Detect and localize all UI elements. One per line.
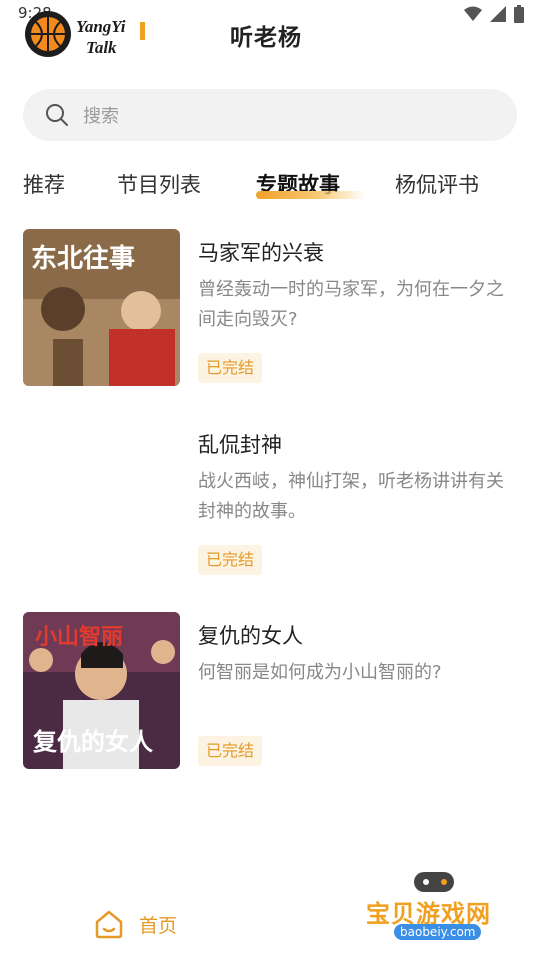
- status-badge: 已完结: [198, 736, 263, 766]
- cover-title-text: 东北往事: [31, 243, 135, 274]
- story-title: 马家军的兴衰: [198, 241, 324, 265]
- story-cover-image: 小山智丽 复仇的女人: [23, 612, 180, 769]
- tab-bar: 推荐 节目列表 专题故事 杨侃评书: [0, 165, 540, 209]
- list-item[interactable]: 乱侃封神 战火西岐，神仙打架，听老杨讲讲有关封神的故事。 已完结: [0, 421, 540, 581]
- cover-bottom-text: 复仇的女人: [32, 728, 153, 756]
- signal-icon: [490, 6, 506, 22]
- status-badge: 已完结: [198, 353, 263, 383]
- search-input[interactable]: 搜索: [23, 89, 517, 141]
- status-badge: 已完结: [198, 545, 263, 575]
- watermark-url: baobeiy.com: [394, 924, 482, 940]
- nav-home-label: 首页: [139, 914, 178, 937]
- page-title: 听老杨: [230, 25, 302, 51]
- gamepad-icon: [414, 872, 454, 892]
- list-item[interactable]: 小山智丽 复仇的女人 复仇的女人 何智丽是如何成为小山智丽的? 已完结: [0, 612, 540, 772]
- tab-recommend[interactable]: 推荐: [23, 169, 65, 199]
- tab-program-list[interactable]: 节目列表: [117, 169, 201, 199]
- battery-icon: [514, 5, 524, 23]
- basketball-logo-icon: YangYi Talk: [25, 11, 145, 57]
- story-description: 曾经轰动一时的马家军，为何在一夕之间走向毁灭?: [198, 279, 504, 330]
- home-icon: [95, 910, 123, 939]
- story-description: 战火西岐，神仙打架，听老杨讲讲有关封神的故事。: [198, 471, 504, 522]
- search-placeholder: 搜索: [83, 106, 119, 127]
- status-icons: [464, 5, 524, 23]
- svg-text:Talk: Talk: [86, 38, 117, 57]
- story-title: 复仇的女人: [198, 624, 303, 648]
- wifi-icon: [464, 6, 482, 21]
- story-description: 何智丽是如何成为小山智丽的?: [198, 662, 442, 683]
- list-item[interactable]: 东北往事 马家军的兴衰 曾经轰动一时的马家军，为何在一夕之间走向毁灭? 已完结: [0, 229, 540, 389]
- nav-home-button[interactable]: 首页: [93, 908, 177, 940]
- app-logo: YangYi Talk: [22, 8, 156, 60]
- active-tab-indicator: [256, 191, 366, 199]
- story-cover-image: 东北往事: [23, 229, 180, 386]
- cover-top-text: 小山智丽: [35, 624, 123, 650]
- search-icon: [46, 104, 68, 126]
- svg-text:YangYi: YangYi: [76, 17, 126, 36]
- watermark: 宝贝游戏网 baobeiy.com: [360, 866, 510, 958]
- story-title: 乱侃封神: [198, 433, 282, 457]
- tab-yangkan-storytelling[interactable]: 杨侃评书: [395, 169, 479, 199]
